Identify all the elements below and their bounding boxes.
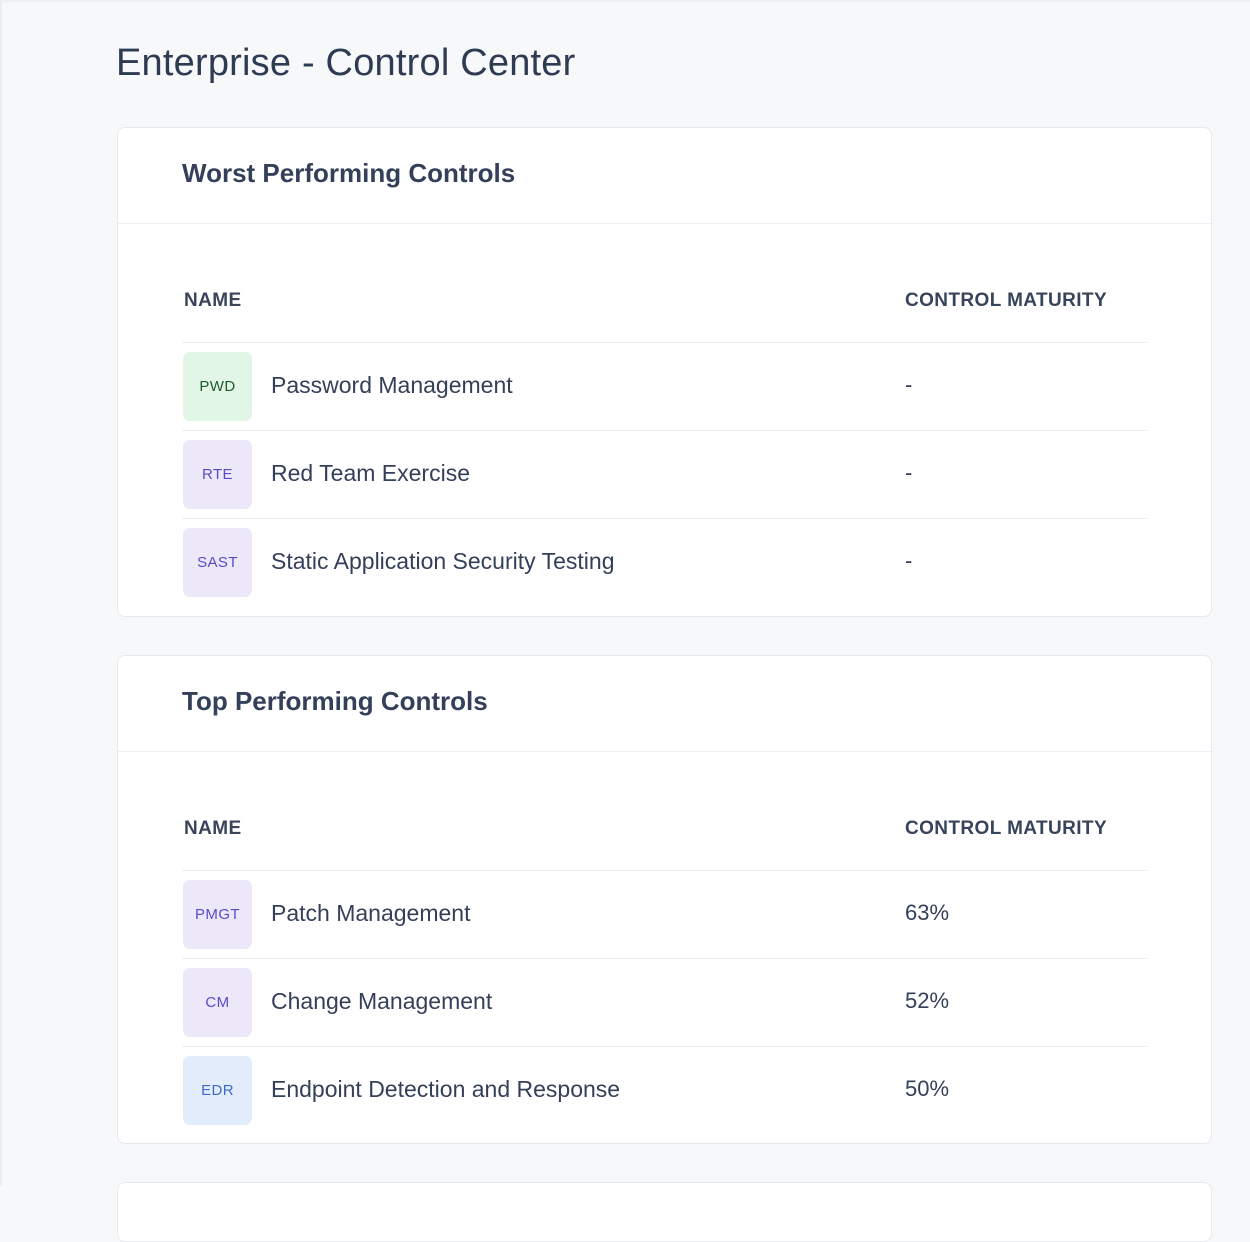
table-header-row: NAME CONTROL MATURITY (182, 270, 1147, 343)
control-maturity-value: - (905, 460, 913, 485)
control-name[interactable]: Static Application Security Testing (271, 548, 614, 575)
control-maturity-value: - (905, 548, 913, 573)
name-column-header[interactable]: NAME (184, 818, 242, 840)
control-name[interactable]: Patch Management (271, 900, 470, 927)
card-header: Top Performing Controls (118, 656, 1211, 752)
control-badge: SAST (183, 528, 252, 597)
control-name[interactable]: Password Management (271, 372, 513, 399)
control-name[interactable]: Endpoint Detection and Response (271, 1076, 620, 1103)
name-column-header[interactable]: NAME (184, 290, 242, 312)
worst-controls-table: NAME CONTROL MATURITY PWD Password Manag… (182, 270, 1147, 606)
table-header-row: NAME CONTROL MATURITY (182, 798, 1147, 871)
control-maturity-value: - (905, 372, 913, 397)
control-maturity-value: 63% (905, 900, 950, 925)
page-title: Enterprise - Control Center (116, 42, 576, 84)
control-maturity-column-header[interactable]: CONTROL MATURITY (905, 290, 1107, 312)
control-maturity-value: 52% (905, 988, 950, 1013)
table-row[interactable]: EDR Endpoint Detection and Response 50% (182, 1047, 1147, 1134)
control-maturity-value: 50% (905, 1076, 950, 1101)
table-row[interactable]: PMGT Patch Management 63% (182, 871, 1147, 959)
control-center-page: Enterprise - Control Center Worst Perfor… (0, 0, 1250, 1242)
next-card-partial (117, 1182, 1212, 1242)
card-header: Worst Performing Controls (118, 128, 1211, 224)
card-title: Top Performing Controls (182, 686, 488, 716)
card-title: Worst Performing Controls (182, 158, 516, 188)
table-row[interactable]: CM Change Management 52% (182, 959, 1147, 1047)
control-badge: PWD (183, 352, 252, 421)
control-badge: CM (183, 968, 252, 1037)
top-controls-table: NAME CONTROL MATURITY PMGT Patch Managem… (182, 798, 1147, 1134)
table-row[interactable]: SAST Static Application Security Testing… (182, 519, 1147, 606)
control-maturity-column-header[interactable]: CONTROL MATURITY (905, 818, 1107, 840)
control-name[interactable]: Change Management (271, 988, 492, 1015)
worst-performing-controls-card: Worst Performing Controls NAME CONTROL M… (117, 127, 1212, 617)
control-badge: PMGT (183, 880, 252, 949)
table-row[interactable]: RTE Red Team Exercise - (182, 431, 1147, 519)
control-name[interactable]: Red Team Exercise (271, 460, 470, 487)
control-badge: RTE (183, 440, 252, 509)
table-row[interactable]: PWD Password Management - (182, 343, 1147, 431)
control-badge: EDR (183, 1056, 252, 1125)
top-performing-controls-card: Top Performing Controls NAME CONTROL MAT… (117, 655, 1212, 1144)
